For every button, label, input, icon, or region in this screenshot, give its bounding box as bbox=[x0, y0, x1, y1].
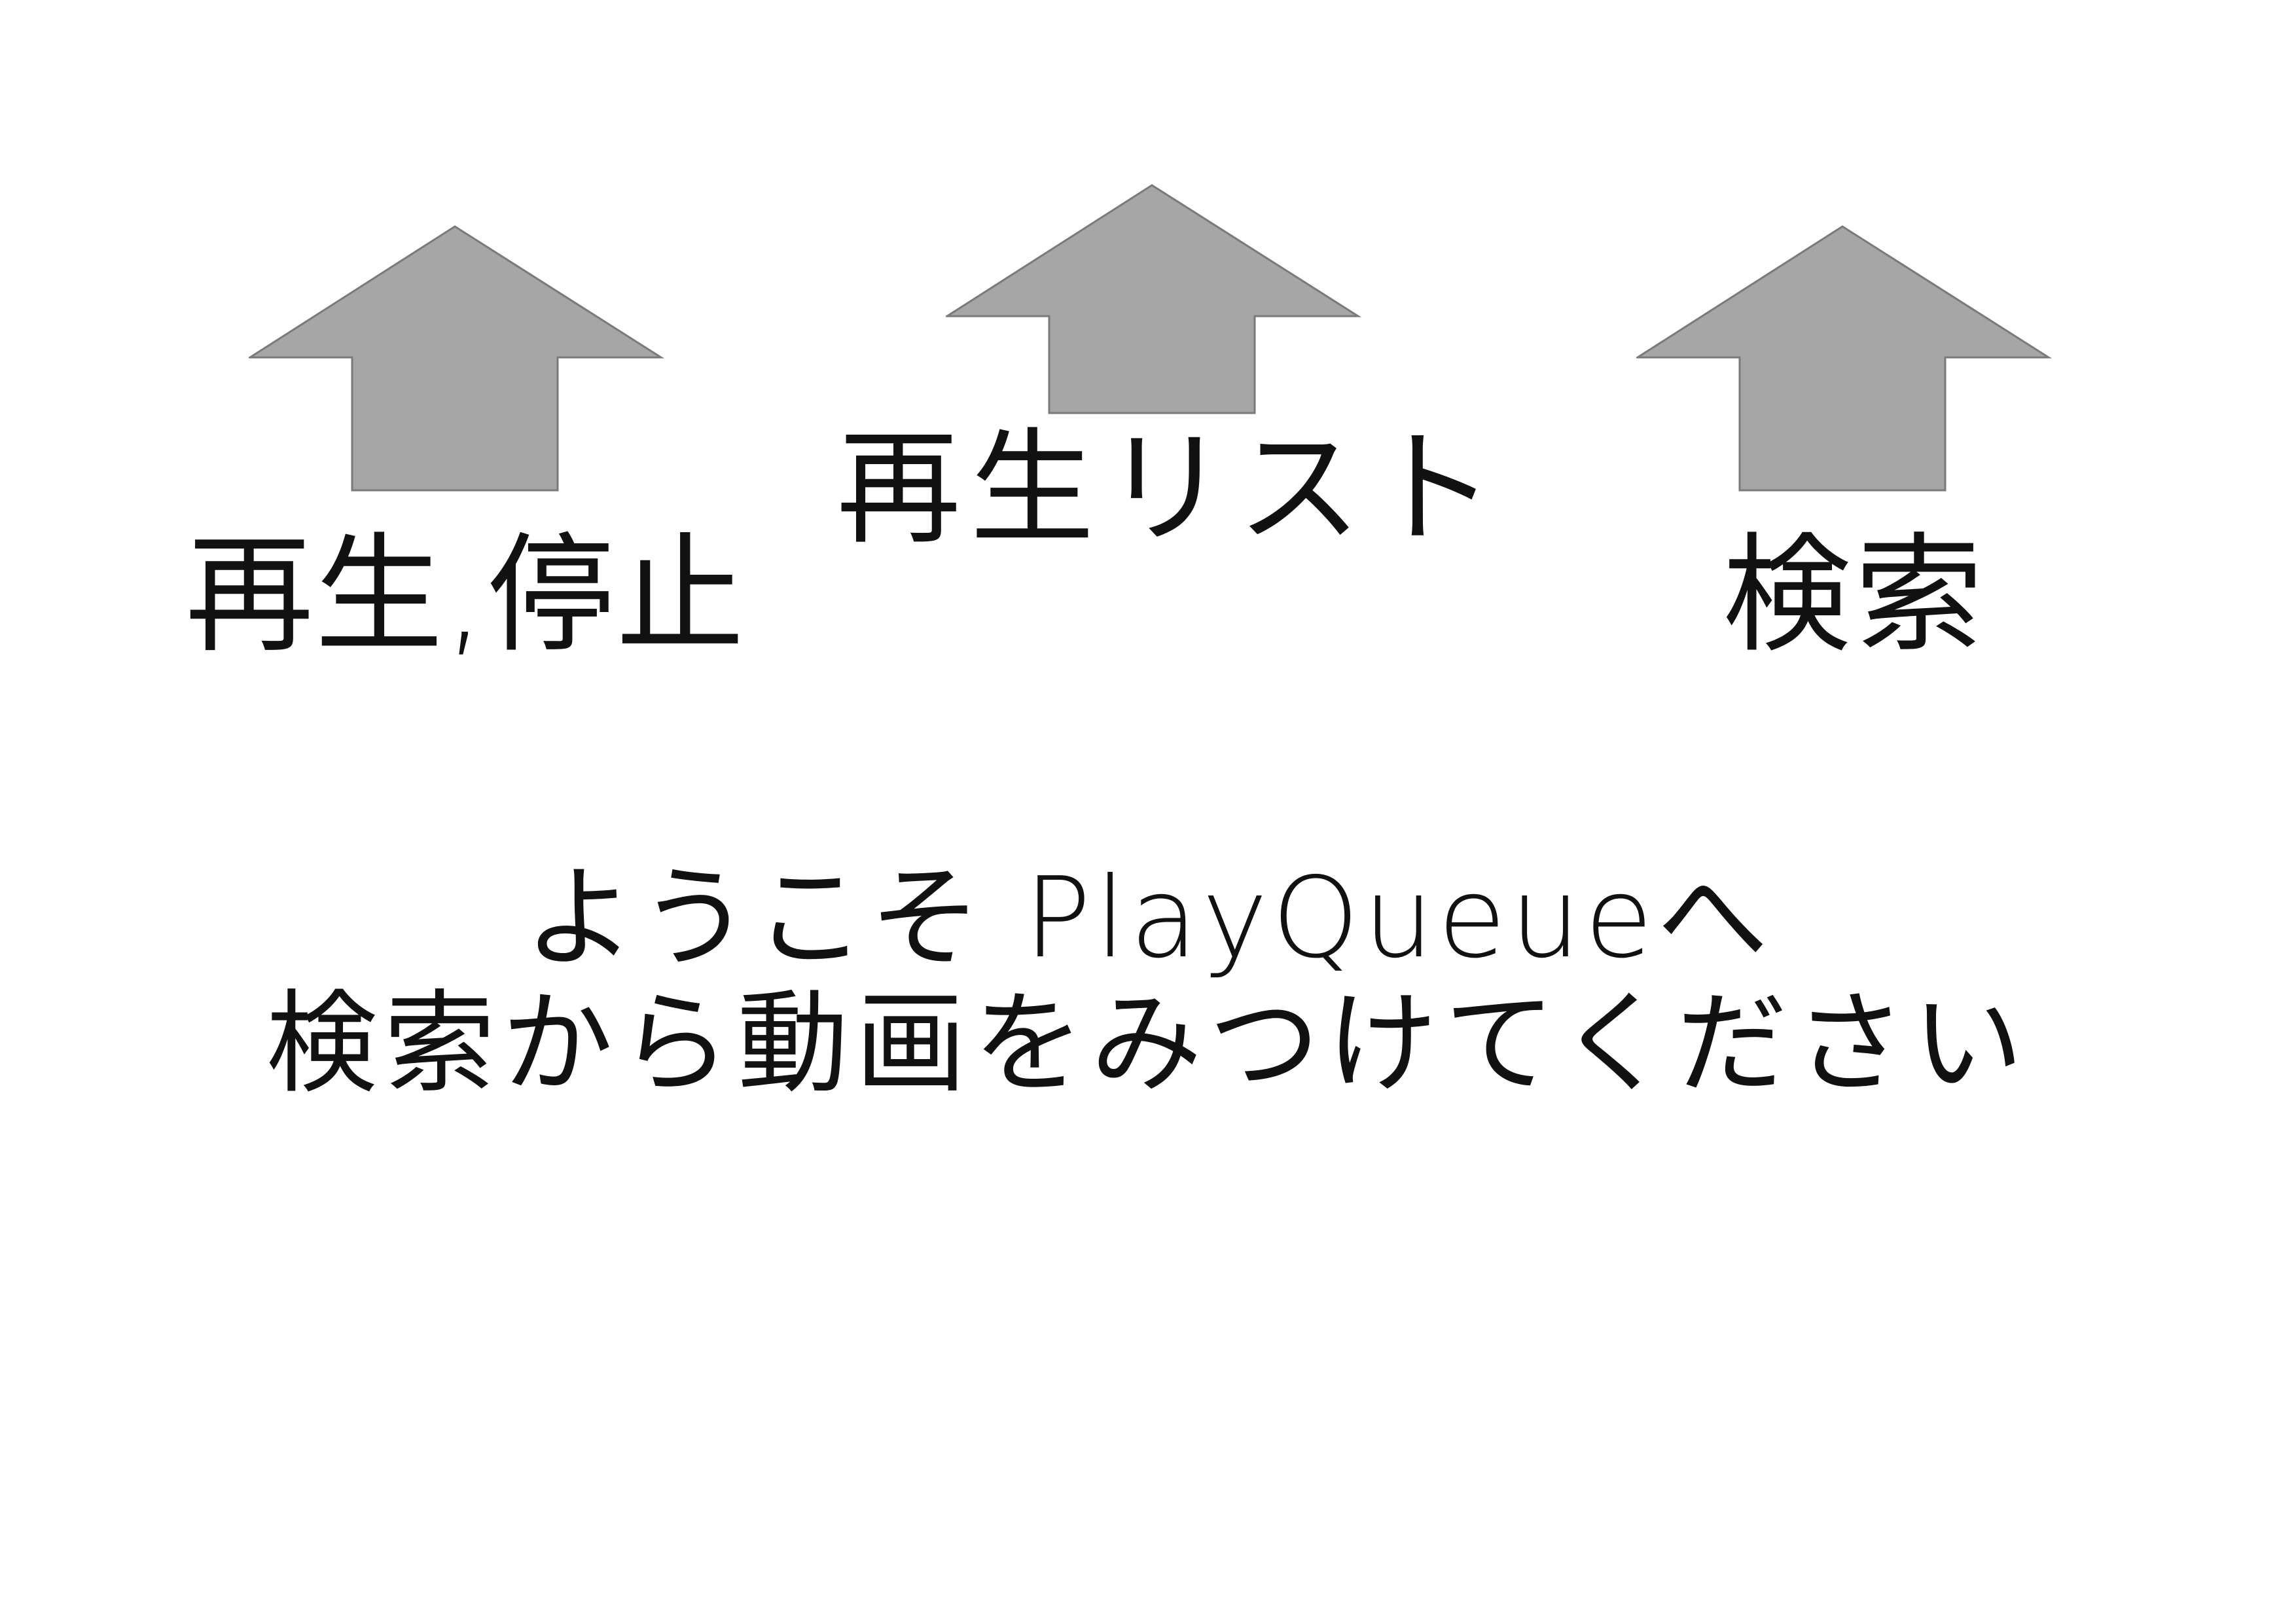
playlist-up-arrow-icon bbox=[946, 184, 1362, 414]
welcome-title: ようこそ PlayQueueへ bbox=[524, 854, 1772, 983]
play-stop-label: 再生,停止 bbox=[185, 521, 746, 670]
search-label: 検索 bbox=[1723, 521, 1988, 670]
welcome-instruction: 検索から動画をみつけてください bbox=[266, 979, 2030, 1109]
playlist-label: 再生リスト bbox=[836, 416, 1505, 561]
search-up-arrow-icon bbox=[1636, 225, 2053, 492]
play-stop-up-arrow-icon bbox=[249, 225, 665, 492]
